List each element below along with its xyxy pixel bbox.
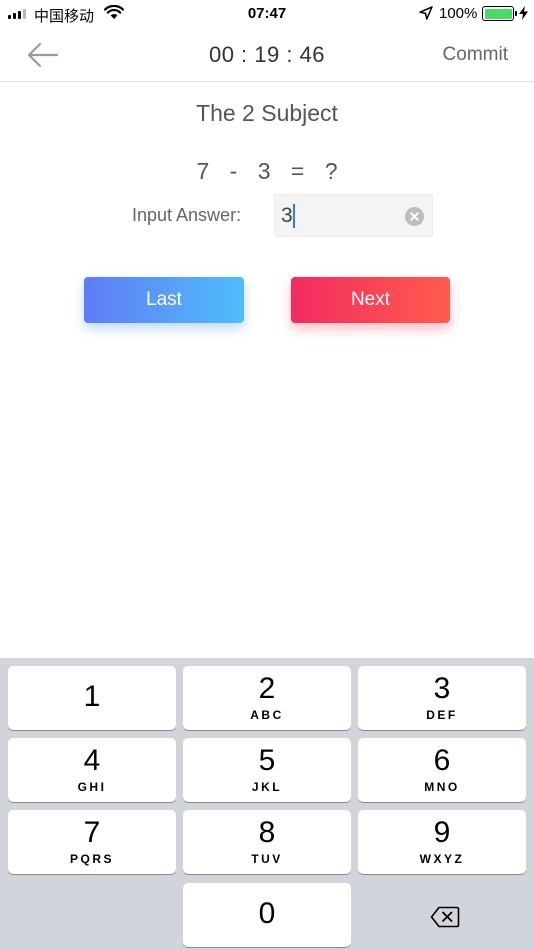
key-9[interactable]: 9 WXYZ	[358, 810, 526, 874]
charging-bolt-icon	[519, 6, 528, 24]
status-bar: 中国移动 07:47 100%	[0, 0, 534, 28]
key-7[interactable]: 7 PQRS	[8, 810, 176, 874]
clear-circle-icon	[410, 212, 419, 221]
equation-text: 7 - 3 = ?	[196, 158, 338, 184]
nav-bar: 00 : 19 : 46 Commit	[0, 28, 534, 82]
answer-field[interactable]	[274, 194, 433, 237]
answer-input[interactable]	[281, 203, 401, 229]
key-digit: 7	[83, 816, 101, 849]
location-arrow-icon	[419, 6, 433, 24]
answer-label: Input Answer:	[132, 205, 242, 225]
key-letters: DEF	[426, 708, 458, 722]
clear-button[interactable]	[405, 207, 424, 226]
text-caret	[293, 204, 295, 228]
key-6[interactable]: 6 MNO	[358, 738, 526, 802]
last-button[interactable]: Last	[84, 277, 244, 323]
key-5[interactable]: 5 JKL	[183, 738, 351, 802]
key-digit: 9	[433, 816, 451, 849]
key-digit: 6	[433, 744, 451, 777]
key-digit: 4	[83, 744, 101, 777]
key-letters: MNO	[424, 780, 460, 794]
key-2[interactable]: 2 ABC	[183, 666, 351, 730]
delete-key[interactable]	[358, 884, 526, 948]
key-letters: JKL	[251, 780, 283, 794]
commit-button[interactable]: Commit	[443, 44, 508, 66]
key-letters: PQRS	[69, 852, 114, 866]
key-letters: TUV	[251, 852, 283, 866]
subject-title: The 2 Subject	[196, 100, 338, 126]
key-digit: 8	[258, 816, 276, 849]
key-digit: 5	[258, 744, 276, 777]
key-digit: 1	[83, 680, 101, 713]
numeric-keyboard: 1 2 ABC 3 DEF 4 GHI 5 JKL 6 MNO 7 PQRS 8…	[0, 658, 534, 950]
battery-icon	[482, 6, 517, 21]
key-3[interactable]: 3 DEF	[358, 666, 526, 730]
key-4[interactable]: 4 GHI	[8, 738, 176, 802]
key-digit: 3	[433, 672, 451, 705]
key-digit: 2	[258, 672, 276, 705]
key-letters: WXYZ	[419, 852, 465, 866]
key-1[interactable]: 1	[8, 666, 176, 730]
quiz-screen: 中国移动 07:47 100% 00: 19: 46 Commit The …	[0, 0, 534, 950]
key-letters: GHI	[77, 780, 107, 794]
backspace-icon	[430, 906, 460, 928]
key-8[interactable]: 8 TUV	[183, 810, 351, 874]
key-0[interactable]: 0	[183, 883, 351, 947]
key-digit: 0	[258, 897, 276, 930]
next-button[interactable]: Next	[291, 277, 450, 323]
battery-percent: 100%	[439, 5, 478, 22]
key-letters: ABC	[250, 708, 284, 722]
